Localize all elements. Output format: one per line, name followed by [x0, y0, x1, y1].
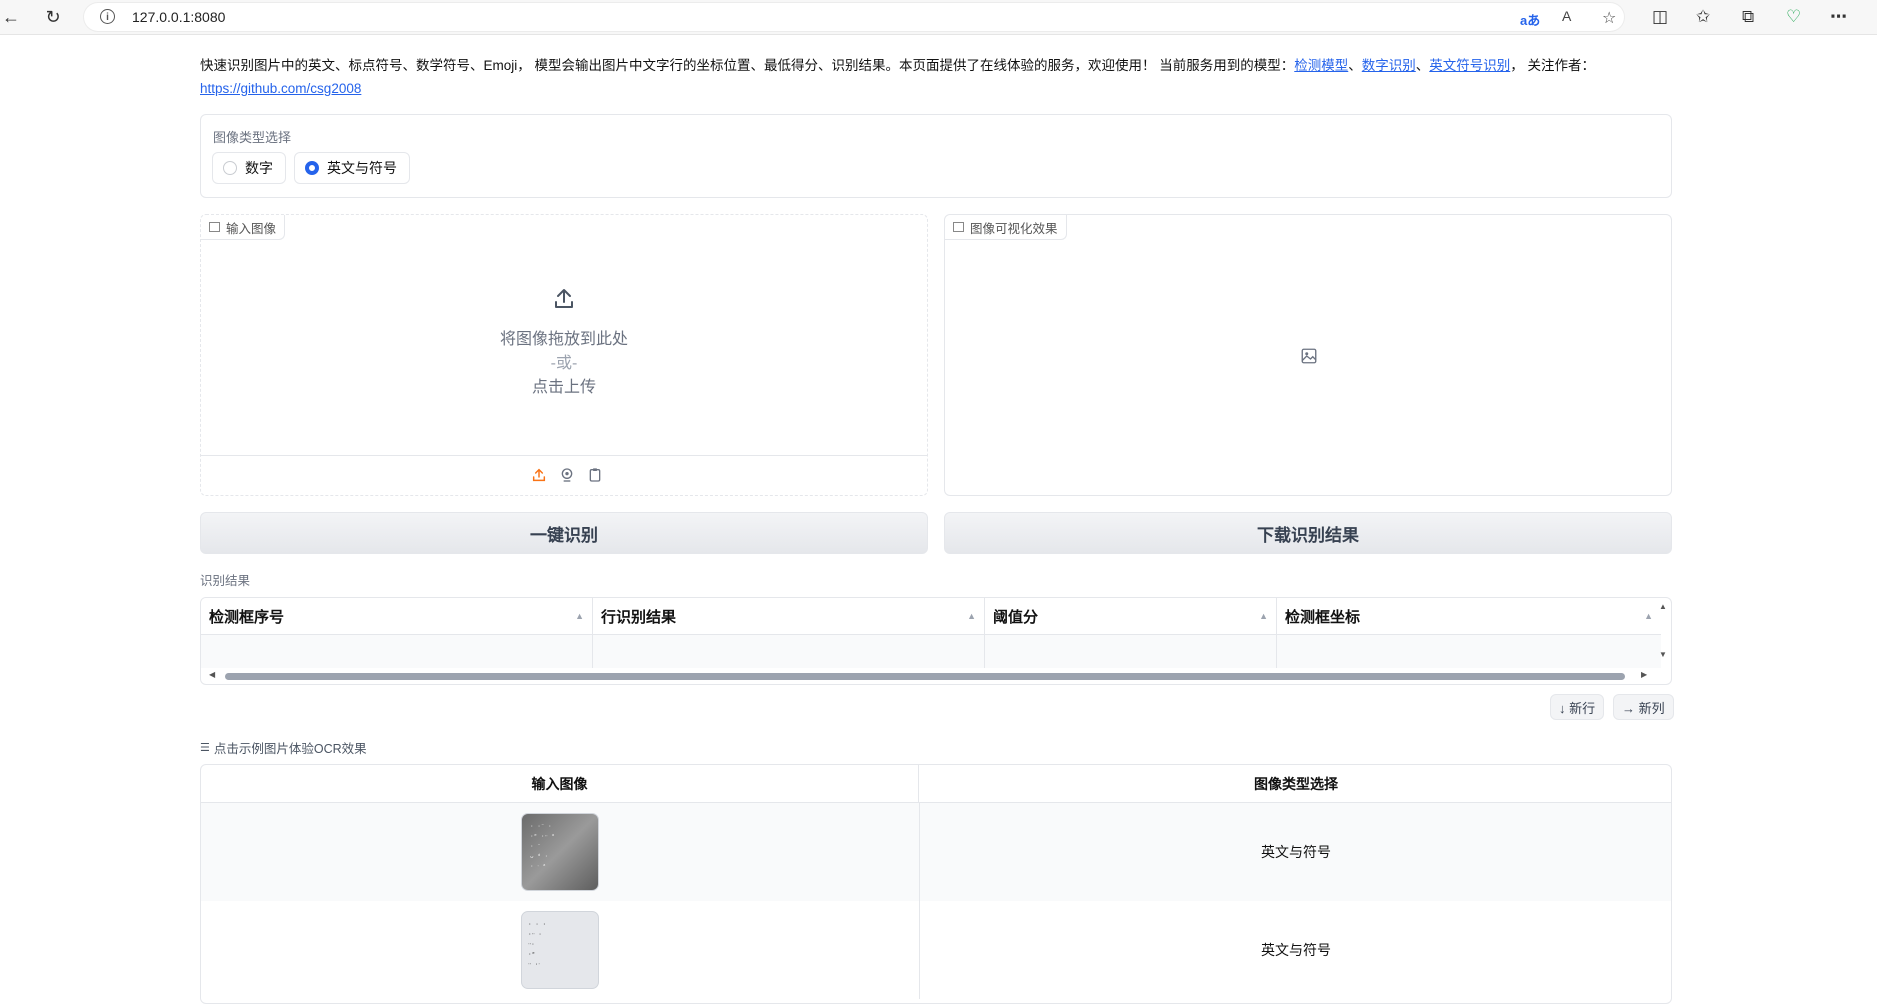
table-cell[interactable]	[985, 635, 1277, 668]
image-icon	[953, 222, 964, 232]
scroll-down-icon[interactable]: ▼	[1659, 650, 1667, 659]
translate-icon[interactable]: aあ	[1520, 10, 1540, 29]
sort-icon[interactable]: ▲	[967, 611, 976, 621]
results-table: 检测框序号 ▲ 行识别结果 ▲ 阈值分 ▲ 检测框坐标 ▲ ◀ ▶ ▲ ▼	[200, 597, 1672, 685]
favorites-icon[interactable]: ✩	[1696, 7, 1710, 27]
examples-column-header: 输入图像	[201, 765, 919, 803]
split-screen-icon[interactable]: ◫	[1652, 7, 1668, 27]
output-image-label: 图像可视化效果	[970, 221, 1058, 236]
browser-toolbar: ← ↻ i 127.0.0.1:8080 aあ A ☆ ◫ ✩ ⧉ ♡ ⋯	[0, 0, 1877, 35]
scroll-right-icon[interactable]: ▶	[1641, 670, 1647, 679]
examples-header: ☰ 点击示例图片体验OCR效果	[200, 738, 367, 757]
column-header[interactable]: 检测框序号 ▲	[201, 598, 593, 635]
browser-essentials-icon[interactable]: ♡	[1786, 7, 1801, 27]
source-divider	[201, 455, 927, 456]
intro-text: 快速识别图片中的英文、标点符号、数学符号、Emoji， 模型会输出图片中文字行的…	[200, 54, 1650, 100]
column-header[interactable]: 检测框坐标 ▲	[1277, 598, 1661, 635]
address-bar[interactable]: i 127.0.0.1:8080 aあ A ☆	[84, 3, 1624, 31]
column-header[interactable]: 阈值分 ▲	[985, 598, 1277, 635]
new-column-button[interactable]: → 新列	[1613, 694, 1674, 720]
webcam-icon[interactable]	[559, 467, 575, 483]
radio-circle-checked[interactable]	[305, 161, 319, 175]
image-type-panel: 图像类型选择	[200, 114, 1672, 198]
thumbnail-scribbles: · ·⁻ · ·ᵉ ·ᐧᐧ ᵃ · ⁻ ᴗ ᵈ · · ᐧ ᵃ	[530, 823, 555, 870]
upload-arrow-icon	[555, 289, 573, 308]
clipboard-icon[interactable]	[587, 467, 603, 483]
new-row-button[interactable]: ↓ 新行	[1550, 694, 1605, 720]
output-image-tag: 图像可视化效果	[945, 215, 1067, 240]
collections-icon[interactable]: ⧉	[1742, 7, 1754, 27]
url-text[interactable]: 127.0.0.1:8080	[132, 9, 225, 25]
column-header[interactable]: 行识别结果 ▲	[593, 598, 985, 635]
column-header-label: 检测框序号	[209, 608, 285, 626]
refresh-icon[interactable]: ↻	[42, 6, 64, 28]
download-results-button[interactable]: 下载识别结果	[944, 512, 1672, 554]
link-separator: 、	[1415, 58, 1430, 73]
output-image-panel: 图像可视化效果	[944, 214, 1672, 496]
example-thumbnail[interactable]: · ·⁻ · ·ᵉ ·ᐧᐧ ᵃ · ⁻ ᴗ ᵈ · · ᐧ ᵃ	[521, 813, 599, 891]
radio-digits-label: 数字	[245, 160, 273, 176]
table-cell[interactable]	[1277, 635, 1661, 668]
table-cell[interactable]	[593, 635, 985, 668]
radio-circle[interactable]	[223, 161, 237, 175]
examples-label: 点击示例图片体验OCR效果	[213, 742, 367, 756]
thumbnail-scribbles: · · · ·ᐧᐧ · ᐧᐧ· ·ᵉ ᐧᐧ ·ᐧ	[528, 921, 547, 968]
back-icon[interactable]: ←	[0, 6, 22, 28]
english-symbol-recognition-link[interactable]: 英文符号识别	[1429, 58, 1510, 73]
column-header-label: 检测框坐标	[1285, 608, 1361, 626]
input-image-dropzone[interactable]: 输入图像 将图像拖放到此处 -或- 点击上传	[200, 214, 928, 496]
example-row-1[interactable]: · ·⁻ · ·ᵉ ·ᐧᐧ ᵃ · ⁻ ᴗ ᵈ · · ᐧ ᵃ 英文与符号	[201, 803, 1671, 901]
input-image-label: 输入图像	[226, 221, 277, 236]
recognize-button[interactable]: 一键识别	[200, 512, 928, 554]
drop-text: 将图像拖放到此处	[499, 331, 628, 348]
upload-source-icon[interactable]	[531, 467, 547, 483]
read-aloud-icon[interactable]: A	[1562, 8, 1571, 24]
example-thumbnail[interactable]: · · · ·ᐧᐧ · ᐧᐧ· ·ᵉ ᐧᐧ ·ᐧ	[521, 911, 599, 989]
radio-english-symbols-label: 英文与符号	[327, 160, 397, 176]
digit-recognition-link[interactable]: 数字识别	[1362, 58, 1416, 73]
source-selector	[531, 467, 603, 483]
column-header-label: 阈值分	[993, 608, 1039, 626]
author-github-link[interactable]: https://github.com/csg2008	[200, 81, 361, 96]
example-type-cell: 英文与符号	[1261, 844, 1331, 860]
results-label: 识别结果	[200, 574, 251, 588]
detection-model-link[interactable]: 检测模型	[1294, 58, 1348, 73]
image-icon	[209, 222, 220, 232]
examples-column-header: 图像类型选择	[919, 765, 1671, 803]
link-separator: 、	[1348, 58, 1362, 73]
or-text: -或-	[550, 355, 578, 372]
example-type-cell: 英文与符号	[1261, 942, 1331, 958]
favorite-star-icon[interactable]: ☆	[1602, 8, 1616, 28]
more-menu-icon[interactable]: ⋯	[1830, 7, 1847, 27]
scroll-left-icon[interactable]: ◀	[209, 670, 215, 679]
follow-author-text: ， 关注作者：	[1510, 58, 1596, 73]
sort-icon[interactable]: ▲	[1259, 611, 1268, 621]
image-type-label: 图像类型选择	[213, 130, 292, 145]
scroll-up-icon[interactable]: ▲	[1659, 602, 1667, 611]
site-info-icon[interactable]: i	[100, 9, 115, 24]
table-cell[interactable]	[201, 635, 593, 668]
radio-english-symbols[interactable]: 英文与符号	[294, 152, 410, 184]
column-header-label: 行识别结果	[601, 608, 677, 626]
horizontal-scrollbar[interactable]	[225, 673, 1625, 680]
list-icon: ☰	[200, 742, 210, 754]
example-row-2[interactable]: · · · ·ᐧᐧ · ᐧᐧ· ·ᵉ ᐧᐧ ·ᐧ 英文与符号	[201, 901, 1671, 999]
radio-digits[interactable]: 数字	[212, 152, 286, 184]
intro-description: 快速识别图片中的英文、标点符号、数学符号、Emoji， 模型会输出图片中文字行的…	[200, 58, 1295, 73]
examples-table: 输入图像 图像类型选择 · ·⁻ · ·ᵉ ·ᐧᐧ ᵃ · ⁻ ᴗ ᵈ · · ᐧ ᵃ…	[200, 764, 1672, 1004]
click-upload-text[interactable]: 点击上传	[201, 373, 927, 397]
sort-icon[interactable]: ▲	[575, 611, 584, 621]
input-image-tag: 输入图像	[201, 215, 286, 240]
sort-icon[interactable]: ▲	[1644, 611, 1653, 621]
image-placeholder-icon	[1301, 348, 1317, 364]
image-type-radio-group: 数字 英文与符号	[212, 152, 410, 184]
